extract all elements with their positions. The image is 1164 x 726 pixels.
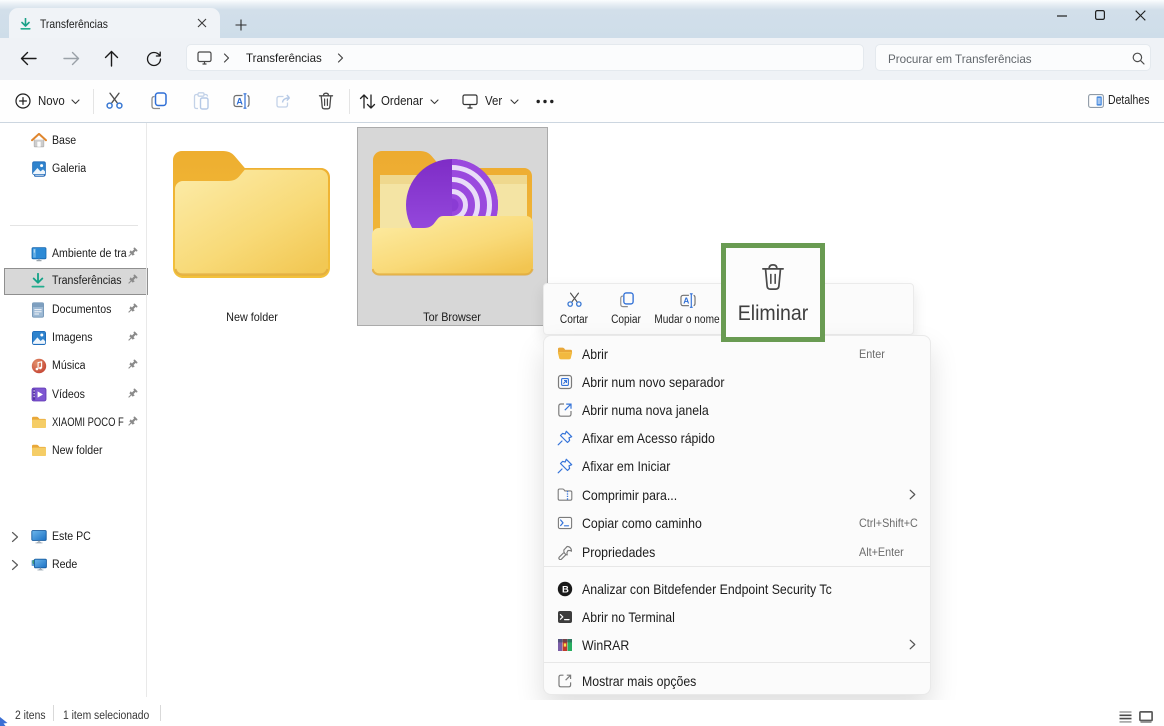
- svg-text:A: A: [683, 296, 689, 306]
- svg-text:A: A: [236, 96, 243, 106]
- svg-text:B: B: [562, 584, 569, 595]
